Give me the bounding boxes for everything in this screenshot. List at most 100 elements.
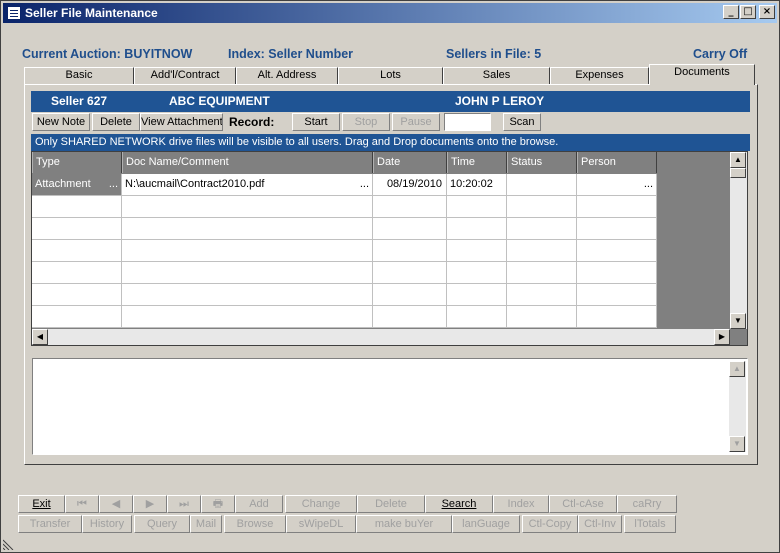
cell-empty[interactable]	[32, 196, 122, 218]
cell-empty[interactable]	[447, 240, 507, 262]
tab-expenses[interactable]: Expenses	[550, 67, 649, 84]
tab-alt-address[interactable]: Alt. Address	[236, 67, 338, 84]
cell-empty[interactable]	[373, 306, 447, 328]
record-pause-button[interactable]: Pause	[392, 113, 440, 131]
grid-horizontal-scrollbar[interactable]: ◀ ▶	[32, 329, 730, 345]
ctl-copy-button[interactable]: Ctl-Copy	[522, 515, 578, 533]
cell-empty[interactable]	[507, 284, 577, 306]
cell-date[interactable]: 08/19/2010	[373, 174, 447, 196]
cell-doc-name[interactable]: N:\aucmail\Contract2010.pdf ...	[122, 174, 373, 196]
column-header-type[interactable]: Type	[32, 152, 122, 173]
notes-scroll-up-icon[interactable]: ▲	[729, 361, 745, 377]
cell-empty[interactable]	[507, 196, 577, 218]
cell-empty[interactable]	[577, 218, 657, 240]
delete-document-button[interactable]: Delete	[92, 113, 140, 131]
table-row[interactable]	[32, 262, 657, 284]
transfer-button[interactable]: Transfer	[18, 515, 82, 533]
scan-button[interactable]: Scan	[503, 113, 541, 131]
browse-button[interactable]: Browse	[224, 515, 286, 533]
column-header-doc-name[interactable]: Doc Name/Comment	[122, 152, 373, 173]
maximize-button[interactable]: □	[740, 5, 756, 19]
person-picker-button[interactable]: ...	[644, 174, 653, 195]
column-header-time[interactable]: Time	[447, 152, 507, 173]
first-record-icon[interactable]: ⏮	[65, 495, 99, 513]
cell-type[interactable]: Attachment ...	[32, 174, 122, 196]
add-button[interactable]: Add	[235, 495, 283, 513]
table-row[interactable]	[32, 218, 657, 240]
delete-button[interactable]: Delete	[357, 495, 425, 513]
new-note-button[interactable]: New Note	[32, 113, 90, 131]
table-row[interactable]	[32, 240, 657, 262]
column-header-status[interactable]: Status	[507, 152, 577, 173]
query-button[interactable]: Query	[134, 515, 190, 533]
table-row[interactable]	[32, 306, 657, 328]
cell-empty[interactable]	[32, 218, 122, 240]
exit-button[interactable]: Exit	[18, 495, 65, 513]
ctl-inv-button[interactable]: Ctl-Inv	[578, 515, 622, 533]
cell-empty[interactable]	[577, 262, 657, 284]
cell-empty[interactable]	[447, 218, 507, 240]
make-buyer-button[interactable]: make buYer	[356, 515, 452, 533]
search-button[interactable]: Search	[425, 495, 493, 513]
table-row[interactable]	[32, 196, 657, 218]
swipe-dl-button[interactable]: sWipeDL	[286, 515, 356, 533]
ctl-case-button[interactable]: Ctl-cAse	[549, 495, 617, 513]
cell-empty[interactable]	[577, 240, 657, 262]
cell-empty[interactable]	[122, 262, 373, 284]
cell-empty[interactable]	[577, 284, 657, 306]
cell-time[interactable]: 10:20:02	[447, 174, 507, 196]
record-start-button[interactable]: Start	[292, 113, 340, 131]
history-button[interactable]: History	[82, 515, 132, 533]
last-record-icon[interactable]: ⏭	[167, 495, 201, 513]
cell-empty[interactable]	[122, 196, 373, 218]
scroll-up-icon[interactable]: ▲	[730, 152, 746, 168]
mail-button[interactable]: Mail	[190, 515, 222, 533]
resize-grip-icon[interactable]	[3, 538, 15, 550]
grid-vertical-scrollbar[interactable]: ▲ ▼	[730, 152, 747, 329]
cell-empty[interactable]	[507, 306, 577, 328]
type-picker-button[interactable]: ...	[109, 174, 118, 195]
record-stop-button[interactable]: Stop	[342, 113, 390, 131]
totals-button[interactable]: lTotals	[624, 515, 676, 533]
cell-empty[interactable]	[507, 262, 577, 284]
index-button[interactable]: Index	[493, 495, 549, 513]
scroll-down-icon[interactable]: ▼	[730, 313, 746, 329]
cell-status[interactable]	[507, 174, 577, 196]
cell-empty[interactable]	[447, 262, 507, 284]
minimize-button[interactable]: _	[723, 5, 739, 19]
change-button[interactable]: Change	[285, 495, 357, 513]
table-row[interactable]: Attachment ... N:\aucmail\Contract2010.p…	[32, 174, 657, 196]
column-header-date[interactable]: Date	[373, 152, 447, 173]
record-name-input[interactable]	[444, 113, 491, 131]
cell-empty[interactable]	[32, 306, 122, 328]
cell-empty[interactable]	[447, 284, 507, 306]
language-button[interactable]: lanGuage	[452, 515, 520, 533]
carry-button[interactable]: caRry	[617, 495, 677, 513]
cell-empty[interactable]	[32, 284, 122, 306]
close-button[interactable]: ×	[759, 5, 775, 19]
view-attachment-button[interactable]: View Attachment	[140, 113, 223, 131]
cell-empty[interactable]	[447, 196, 507, 218]
cell-empty[interactable]	[447, 306, 507, 328]
scroll-thumb[interactable]	[730, 168, 746, 178]
cell-empty[interactable]	[32, 240, 122, 262]
cell-empty[interactable]	[122, 218, 373, 240]
cell-person[interactable]: ...	[577, 174, 657, 196]
cell-empty[interactable]	[122, 284, 373, 306]
cell-empty[interactable]	[507, 218, 577, 240]
cell-empty[interactable]	[373, 262, 447, 284]
cell-empty[interactable]	[122, 306, 373, 328]
previous-record-icon[interactable]: ◀	[99, 495, 133, 513]
cell-empty[interactable]	[32, 262, 122, 284]
table-row[interactable]	[32, 284, 657, 306]
column-header-person[interactable]: Person	[577, 152, 657, 173]
scroll-left-icon[interactable]: ◀	[32, 329, 48, 345]
cell-empty[interactable]	[373, 240, 447, 262]
cell-empty[interactable]	[373, 196, 447, 218]
tab-addl-contract[interactable]: Add'l/Contract	[134, 67, 236, 84]
cell-empty[interactable]	[122, 240, 373, 262]
cell-empty[interactable]	[507, 240, 577, 262]
notes-scrollbar[interactable]: ▲ ▼	[729, 361, 746, 452]
title-bar[interactable]: Seller File Maintenance _ □ ×	[3, 3, 777, 23]
notes-scroll-down-icon[interactable]: ▼	[729, 436, 745, 452]
